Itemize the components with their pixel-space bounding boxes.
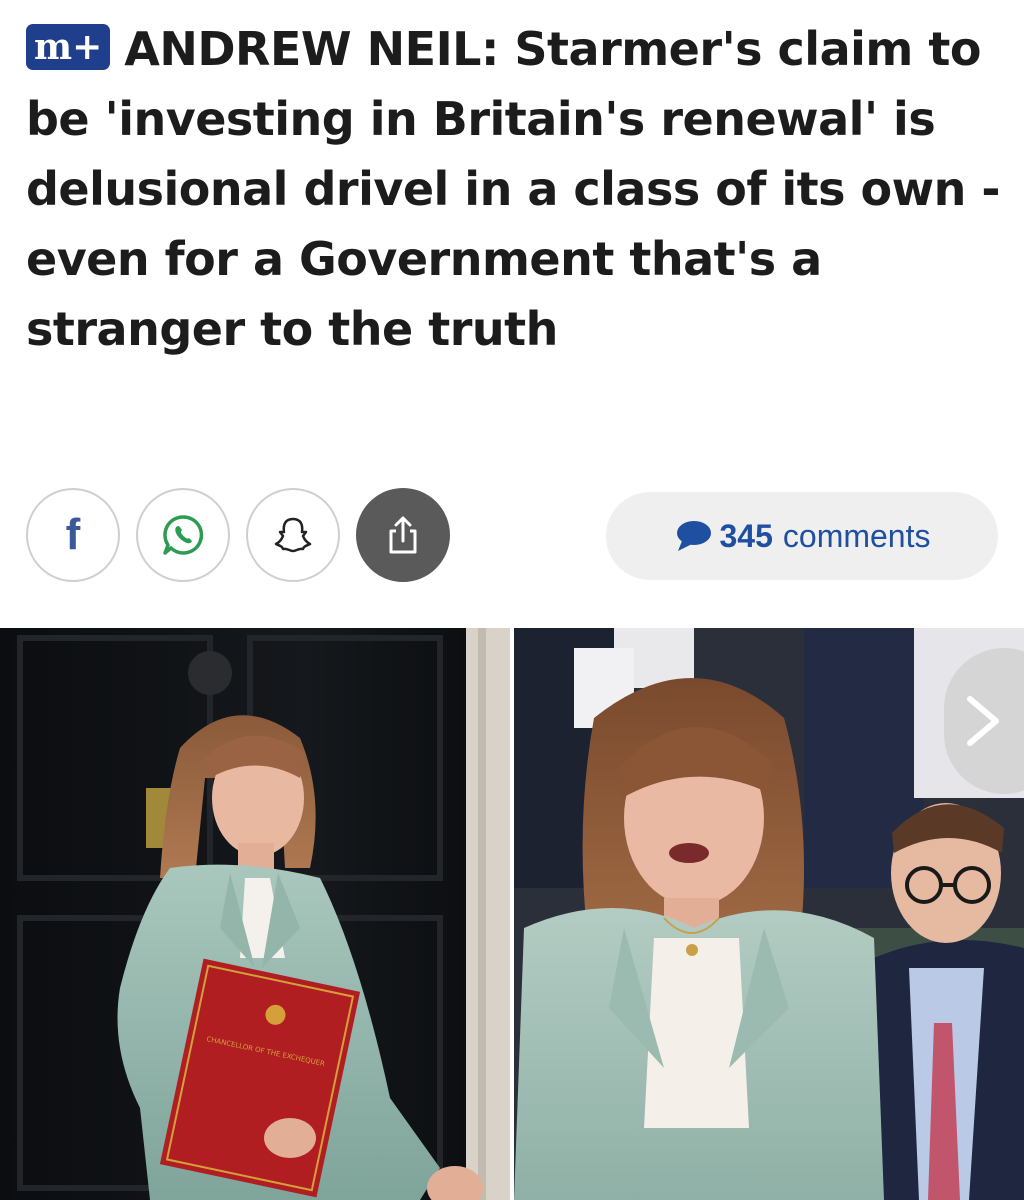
share-bar: f 345 comments [26, 488, 998, 584]
photo-downing-street: CHANCELLOR OF THE EXCHEQUER [0, 628, 510, 1200]
snapchat-share-button[interactable] [246, 488, 340, 582]
chevron-right-icon [967, 696, 999, 746]
photo-gallery[interactable]: CHANCELLOR OF THE EXCHEQUER [0, 628, 1024, 1200]
comments-label: comments [782, 517, 931, 554]
speech-bubble-icon [676, 521, 711, 551]
whatsapp-icon [163, 515, 204, 555]
article-headline[interactable]: m+ ANDREW NEIL: Starmer's claim to be 'in… [26, 14, 1006, 364]
facebook-icon: f [65, 510, 81, 559]
headline-text: ANDREW NEIL: Starmer's claim to be 'inve… [26, 22, 1000, 356]
whatsapp-share-button[interactable] [136, 488, 230, 582]
mail-plus-badge: m+ [26, 24, 111, 70]
share-more-button[interactable] [356, 488, 450, 582]
facebook-share-button[interactable]: f [26, 488, 120, 582]
snapchat-icon [274, 517, 312, 553]
share-upload-icon [389, 516, 417, 554]
photo-left-image: CHANCELLOR OF THE EXCHEQUER [0, 628, 510, 1200]
comments-button[interactable]: 345 comments [606, 492, 998, 580]
comments-count: 345 [719, 517, 773, 554]
